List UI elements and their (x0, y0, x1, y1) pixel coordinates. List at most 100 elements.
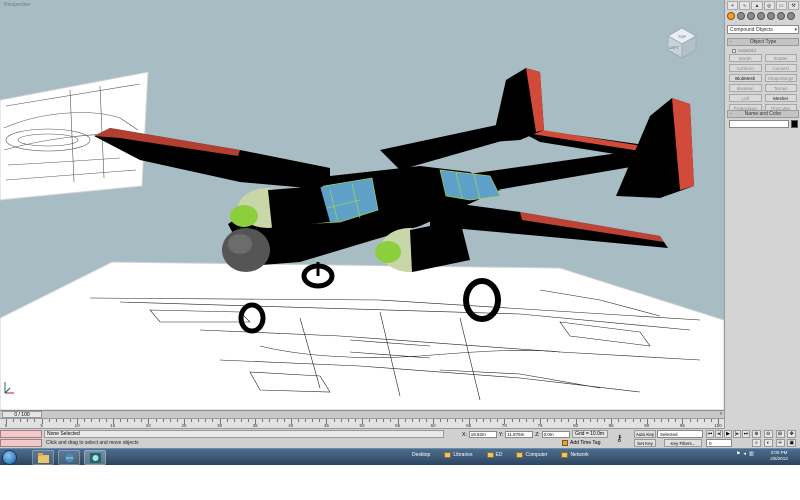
connect-button[interactable]: Connect (764, 64, 797, 72)
object-category-dropdown[interactable]: Compound Objects ▾ (727, 25, 799, 34)
track-tick (710, 419, 712, 422)
network-toolbar[interactable]: Network (561, 452, 589, 458)
track-tick (354, 419, 356, 422)
go-to-end-button[interactable]: ⏭ (742, 430, 750, 438)
track-tick (176, 419, 178, 422)
taskbar-browser[interactable] (58, 450, 80, 465)
systems-icon[interactable] (787, 12, 795, 20)
y-coordinate-field[interactable]: 11.876m (505, 431, 534, 438)
display-tab[interactable]: ▭ (775, 1, 787, 10)
track-frame-label: 40 (288, 423, 294, 428)
computer-toolbar[interactable]: Computer (516, 452, 547, 458)
shapes-icon[interactable] (737, 12, 745, 20)
name-and-color-title: Name and Color (744, 111, 782, 117)
next-frame-button[interactable]: |▸ (733, 430, 741, 438)
tray-network-icon[interactable]: ▥ (749, 451, 754, 457)
track-tick (91, 419, 93, 422)
field-of-view-icon[interactable]: ⌕ (752, 439, 761, 447)
previous-frame-button[interactable]: ◂| (715, 430, 723, 438)
track-frame-label: 65 (466, 423, 472, 428)
shapemerge-button[interactable]: ShapeMerge (764, 74, 797, 82)
taskbar-explorer[interactable] (32, 450, 54, 465)
lights-icon[interactable] (747, 12, 755, 20)
track-frame-label: 10 (74, 423, 80, 428)
libraries-toolbar[interactable]: Libraries (444, 452, 473, 458)
track-tick (34, 419, 36, 422)
floor-blueprint-plane (0, 261, 724, 410)
helpers-icon[interactable] (767, 12, 775, 20)
start-button-icon[interactable] (2, 450, 17, 465)
current-frame-field[interactable]: 0 (706, 439, 732, 447)
browser-icon (65, 453, 74, 463)
hierarchy-tab[interactable]: ▲ (751, 1, 763, 10)
track-tick (483, 419, 485, 422)
next-frame-arrow-icon[interactable]: › (720, 411, 722, 418)
maximize-viewport-icon[interactable]: ▣ (787, 439, 797, 447)
key-set-dropdown[interactable]: Selected (657, 430, 703, 438)
zoom-icon[interactable]: ⊕ (752, 430, 761, 438)
terrain-button[interactable]: Terrain (764, 84, 797, 92)
z-coordinate-field[interactable]: 0.0m (541, 431, 570, 438)
autogrid-check-box[interactable] (732, 48, 736, 53)
system-clock[interactable]: 3:00 PM 2/8/2013 (762, 450, 796, 462)
orbit-icon[interactable]: ◐ (763, 439, 773, 447)
maxscript-listener-mini[interactable] (0, 430, 42, 438)
track-tick (689, 419, 691, 422)
modify-tab[interactable]: ∿ (739, 1, 751, 10)
auto-key-button[interactable]: Auto Key (634, 430, 656, 438)
spacewarps-icon[interactable] (777, 12, 785, 20)
perspective-viewport[interactable]: Perspective TOP LEFT (0, 0, 724, 410)
walk-through-icon[interactable]: ☩ (775, 439, 785, 447)
tray-flag-icon[interactable]: ⚑ (736, 451, 740, 457)
object-type-rollout[interactable]: - Object Type (727, 38, 799, 46)
boolean-button[interactable]: Boolean (729, 84, 762, 92)
mesher-button[interactable]: Mesher (764, 94, 797, 102)
play-button[interactable]: ▶ (724, 430, 732, 438)
track-frame-label: 15 (110, 423, 116, 428)
command-panel: + ∿ ▲ ◎ ▭ ⚒ Compound Objects ▾ - Object … (724, 0, 800, 448)
track-tick (127, 419, 129, 422)
set-key-icon[interactable]: ⚷ (616, 432, 623, 444)
zoom-all-icon[interactable]: ⊖ (763, 430, 773, 438)
time-slider[interactable]: 0 / 100 › (0, 410, 724, 418)
track-frame-label: 55 (395, 423, 401, 428)
viewcube-top-label: TOP (678, 34, 686, 39)
selection-status: None Selected (44, 430, 444, 438)
morph-button[interactable]: Morph (729, 54, 762, 62)
loft-button[interactable]: Loft (729, 94, 762, 102)
add-time-tag-button[interactable]: Add Time Tag (562, 439, 600, 447)
tray-volume-icon[interactable]: ◂ (743, 451, 746, 457)
pan-icon[interactable]: ✥ (787, 430, 797, 438)
track-tick (198, 419, 200, 422)
object-name-field[interactable] (729, 120, 789, 128)
scatter-button[interactable]: Scatter (764, 54, 797, 62)
autogrid-checkbox[interactable]: AutoGrid (732, 48, 756, 53)
track-frame-label: 0 (4, 423, 8, 428)
track-bar[interactable]: 0 5 10 15 20 25 30 35 40 45 50 55 60 65 70 75 80 85 90 95 10… (0, 418, 724, 429)
taskbar-3dsmax[interactable] (84, 450, 106, 465)
cameras-icon[interactable] (757, 12, 765, 20)
geometry-icon[interactable] (727, 12, 735, 20)
time-slider-thumb[interactable]: 0 / 100 (2, 411, 42, 418)
go-to-start-button[interactable]: ⏮ (706, 430, 714, 438)
track-tick (191, 419, 193, 422)
set-key-button[interactable]: Set Key (634, 439, 656, 447)
key-filters-button[interactable]: Key Filters... (664, 439, 702, 447)
x-coordinate-field[interactable]: 19.62m (468, 431, 497, 438)
blobmesh-button[interactable]: BlobMesh (729, 74, 762, 82)
zoom-extents-icon[interactable]: ⊞ (775, 430, 785, 438)
track-tick (625, 419, 627, 422)
conform-button[interactable]: Conform (729, 64, 762, 72)
viewcube[interactable]: TOP LEFT (662, 22, 702, 62)
utilities-tab[interactable]: ⚒ (787, 1, 800, 10)
name-and-color-rollout[interactable]: - Name and Color (727, 110, 799, 118)
create-tab[interactable]: + (727, 1, 739, 10)
time-tag-icon (562, 440, 568, 446)
maxscript-output-mini[interactable] (0, 439, 42, 447)
object-color-swatch[interactable] (791, 120, 798, 128)
desktop-toolbar[interactable]: Desktop (412, 452, 430, 458)
track-tick (240, 419, 242, 422)
motion-tab[interactable]: ◎ (763, 1, 775, 10)
ed-toolbar[interactable]: ED (486, 452, 502, 458)
object-type-title: Object Type (749, 39, 777, 45)
